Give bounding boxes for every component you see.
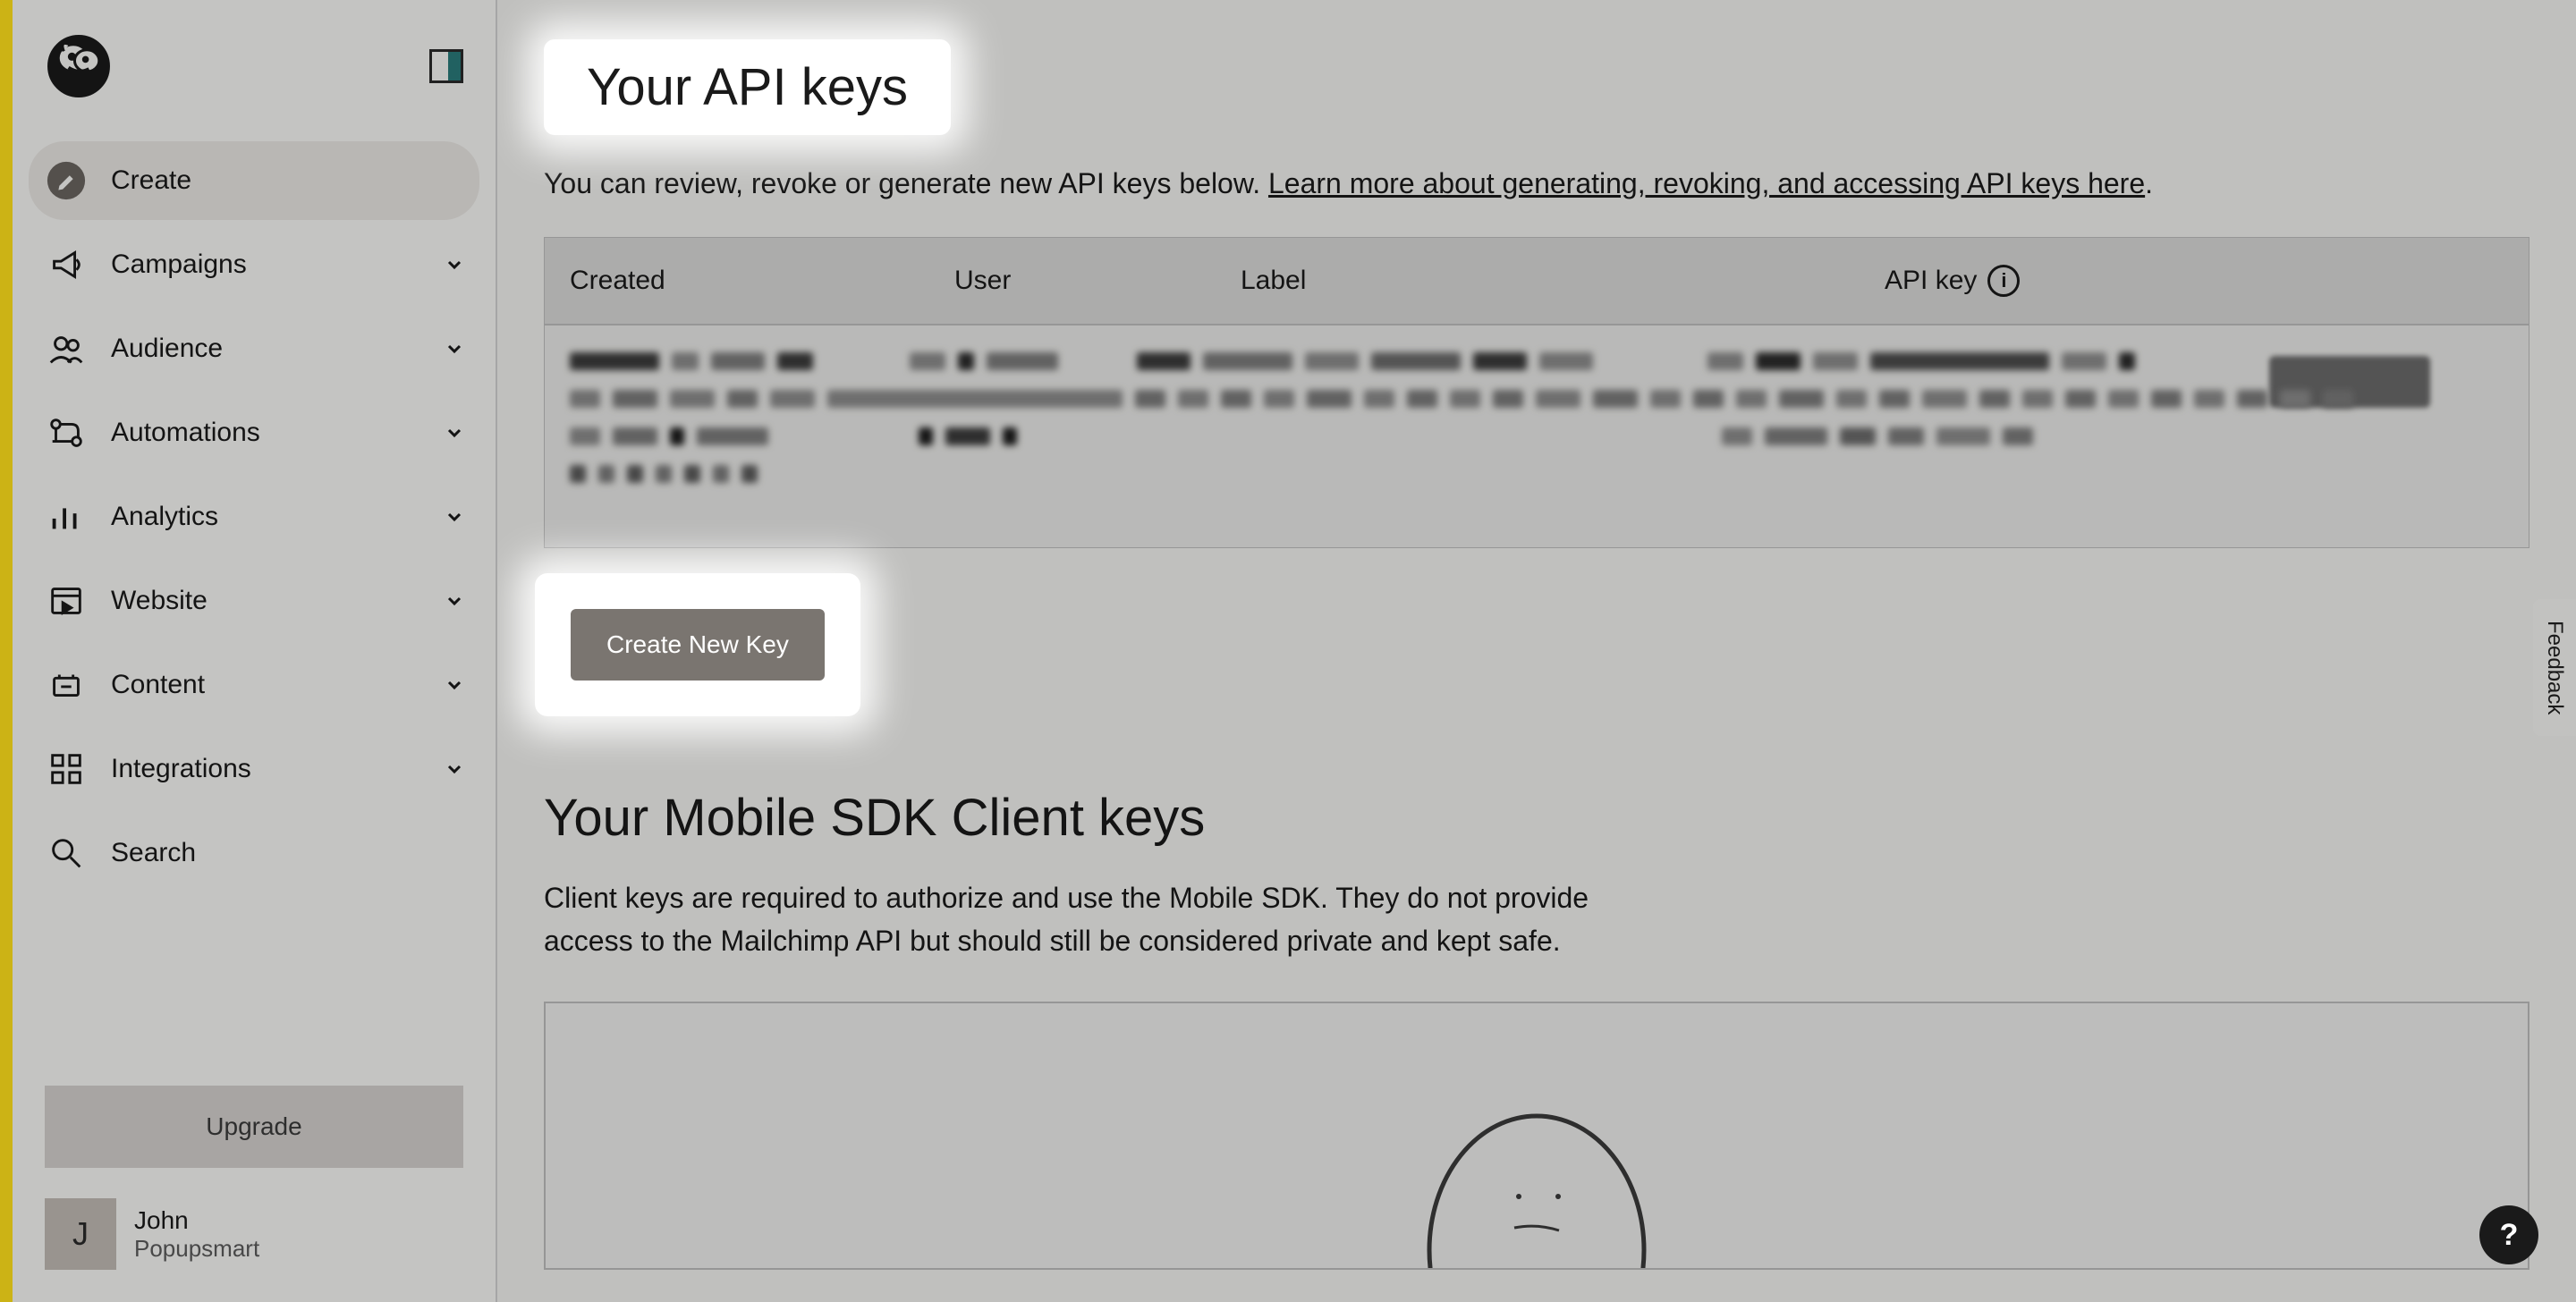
sidebar-item-audience[interactable]: Audience — [29, 309, 479, 388]
chevron-down-icon — [444, 422, 465, 444]
sidebar: Create Campaigns Audience — [13, 0, 496, 1302]
flow-icon — [43, 410, 89, 456]
intro-text: You can review, revoke or generate new A… — [544, 162, 2529, 205]
sidebar-item-automations[interactable]: Automations — [29, 393, 479, 472]
page-title: Your API keys — [544, 39, 951, 135]
nav-label: Search — [111, 838, 465, 868]
main-content: Your API keys You can review, revoke or … — [497, 0, 2576, 1302]
nav-label: Website — [111, 586, 444, 616]
bar-chart-icon — [43, 494, 89, 540]
sdk-section-title: Your Mobile SDK Client keys — [544, 788, 2529, 848]
chevron-down-icon — [444, 254, 465, 275]
upgrade-button[interactable]: Upgrade — [45, 1086, 463, 1168]
nav-label: Automations — [111, 418, 444, 448]
intro-period: . — [2145, 167, 2153, 199]
user-org: Popupsmart — [134, 1235, 259, 1263]
people-icon — [43, 326, 89, 372]
nav-label: Content — [111, 670, 444, 700]
sidebar-item-integrations[interactable]: Integrations — [29, 730, 479, 808]
intro-text-part: You can review, revoke or generate new A… — [544, 167, 1268, 199]
nav-label: Integrations — [111, 754, 444, 784]
avatar: J — [45, 1198, 116, 1270]
pencil-icon — [43, 157, 89, 204]
nav-label: Create — [111, 165, 465, 196]
sdk-empty-illustration — [544, 1002, 2529, 1270]
chevron-down-icon — [444, 590, 465, 612]
feedback-tab[interactable]: Feedback — [2533, 599, 2576, 736]
col-apikey: API key i — [1860, 238, 2529, 324]
sidebar-item-analytics[interactable]: Analytics — [29, 478, 479, 556]
create-button[interactable]: Create — [29, 141, 479, 220]
nav-label: Analytics — [111, 502, 444, 532]
user-name: John — [134, 1206, 259, 1235]
chevron-down-icon — [444, 506, 465, 528]
sidebar-item-content[interactable]: Content — [29, 646, 479, 724]
nav-label: Campaigns — [111, 249, 444, 280]
table-body-redacted — [545, 326, 2529, 547]
sdk-section-text: Client keys are required to authorize an… — [544, 876, 1671, 962]
chevron-down-icon — [444, 758, 465, 780]
megaphone-icon — [43, 241, 89, 288]
col-apikey-label: API key — [1885, 266, 1977, 296]
learn-more-link[interactable]: Learn more about generating, revoking, a… — [1268, 167, 2145, 199]
website-icon — [43, 578, 89, 624]
grid-icon — [43, 746, 89, 792]
search-icon — [43, 830, 89, 876]
sidebar-toggle-icon[interactable] — [429, 49, 463, 83]
sidebar-item-website[interactable]: Website — [29, 562, 479, 640]
api-keys-table: Created User Label API key i — [544, 237, 2529, 548]
sidebar-item-campaigns[interactable]: Campaigns — [29, 225, 479, 304]
col-user: User — [929, 238, 1216, 324]
egg-illustration-icon — [1411, 1089, 1662, 1268]
content-icon — [43, 662, 89, 708]
mailchimp-logo[interactable] — [45, 32, 113, 100]
chevron-down-icon — [444, 338, 465, 359]
col-created: Created — [545, 238, 929, 324]
table-header: Created User Label API key i — [545, 238, 2529, 326]
chevron-down-icon — [444, 674, 465, 696]
help-button[interactable]: ? — [2479, 1205, 2538, 1264]
brand-accent-bar — [0, 0, 13, 1302]
user-menu[interactable]: J John Popupsmart — [45, 1198, 463, 1270]
nav: Create Campaigns Audience — [13, 118, 496, 1061]
info-icon[interactable]: i — [1987, 265, 2020, 297]
create-new-key-button[interactable]: Create New Key — [571, 609, 825, 681]
nav-label: Audience — [111, 334, 444, 364]
sidebar-item-search[interactable]: Search — [29, 814, 479, 892]
col-label: Label — [1216, 238, 1860, 324]
